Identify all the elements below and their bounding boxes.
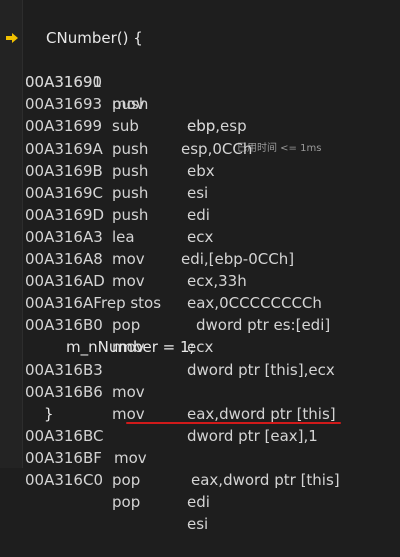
instruction-line[interactable]: 00A31699 push ebx <box>0 93 400 179</box>
instruction-line[interactable]: 00A316B0 mov dword ptr [this],ecx <box>0 292 400 378</box>
source-line-function-header: CNumber() { <box>0 5 400 47</box>
instruction-line[interactable]: 00A3169A push esi <box>0 115 400 202</box>
instruction-line[interactable]: 00A316A8 mov eax,0CCCCCCCCh <box>0 226 400 312</box>
instruction-opcode: pop <box>112 470 141 489</box>
source-line-statement: m_nNumber = 1; <box>0 314 400 356</box>
instruction-line[interactable]: 00A3169C push ecx <box>0 160 400 246</box>
instruction-line[interactable]: 00A316AF pop ecx <box>0 270 400 356</box>
instruction-operands: edi <box>187 493 210 512</box>
instruction-address: 00A316C0 <box>25 470 103 489</box>
instruction-line[interactable]: 00A31693 sub esp,0CCh <box>0 71 400 157</box>
instruction-line[interactable]: 00A316B6 mov dword ptr [eax],1 <box>0 359 400 445</box>
instruction-line[interactable]: 00A31691 mov ebp,esp <box>0 49 400 135</box>
instruction-line[interactable]: 00A31690 push ebp 已用时间 <= 1ms <box>0 27 400 154</box>
instruction-line[interactable]: 00A316BF pop edi <box>0 425 400 511</box>
current-instruction-arrow-icon <box>6 33 18 44</box>
instruction-opcode: pop <box>112 493 141 512</box>
instruction-operands: eax,dword ptr [this] <box>191 470 340 489</box>
instruction-line[interactable]: 00A316C0 pop esi <box>0 447 400 533</box>
instruction-line[interactable]: 00A316B3 mov eax,dword ptr [this] <box>0 336 400 423</box>
disassembly-content: CNumber() { 00A31690 push ebp 已用时间 <= 1m… <box>0 5 400 533</box>
instruction-line[interactable]: 00A3169B push edi <box>0 138 400 224</box>
source-line-closing-brace: } <box>0 381 400 423</box>
red-underline-annotation <box>126 421 341 424</box>
instruction-line[interactable]: 00A3169D lea edi,[ebp-0CCh] <box>0 182 400 268</box>
instruction-line[interactable]: 00A316AD rep stos dword ptr es:[edi] <box>0 248 400 334</box>
instruction-line[interactable]: 00A316A3 mov ecx,33h <box>0 204 400 290</box>
disassembly-window[interactable]: CNumber() { 00A31690 push ebp 已用时间 <= 1m… <box>0 0 400 533</box>
instruction-line-highlighted[interactable]: 00A316BC mov eax,dword ptr [this] <box>0 403 400 489</box>
instruction-operands: esi <box>187 515 209 534</box>
